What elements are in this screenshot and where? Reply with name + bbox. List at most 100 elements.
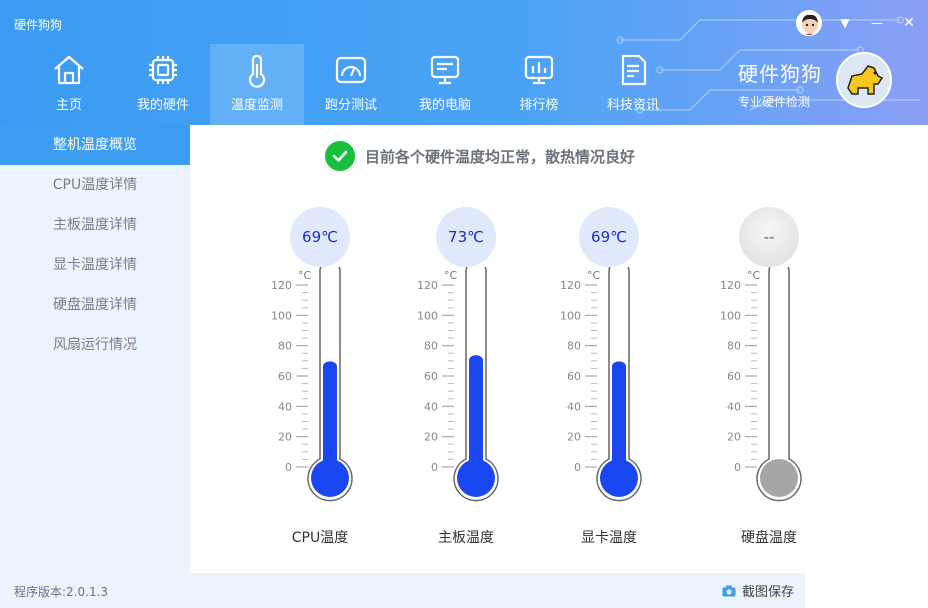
thermometer-svg: °C 120 100 80 60 40 20 0 xyxy=(560,267,642,502)
check-icon xyxy=(325,141,355,171)
tick-label: 20 xyxy=(567,431,581,444)
mercury-bulb xyxy=(311,459,349,497)
mercury-bulb xyxy=(600,459,638,497)
temperature-reading: -- xyxy=(739,207,799,267)
sidebar-item-cpu[interactable]: CPU温度详情 xyxy=(0,165,190,205)
minimize-button[interactable]: — xyxy=(868,14,886,32)
nav-item-my-hardware[interactable]: 我的硬件 xyxy=(116,44,210,125)
mercury-bulb xyxy=(457,459,495,497)
nav-item-my-computer[interactable]: 我的电脑 xyxy=(398,44,492,125)
tick-label: 40 xyxy=(278,400,292,413)
nav-label: 我的电脑 xyxy=(418,98,471,113)
chevron-down-icon: ▼ xyxy=(840,16,850,30)
sidebar-item-fan[interactable]: 风扇运行情况 xyxy=(0,325,190,365)
sidebar-item-motherboard[interactable]: 主板温度详情 xyxy=(0,205,190,245)
tick-label: 80 xyxy=(567,340,581,353)
tick-label: 80 xyxy=(424,340,438,353)
sidebar-item-gpu[interactable]: 显卡温度详情 xyxy=(0,245,190,285)
tick-label: 40 xyxy=(424,400,438,413)
tick-label: 120 xyxy=(560,279,581,292)
tick-label: 100 xyxy=(417,309,438,322)
nav-item-home[interactable]: 主页 xyxy=(22,44,116,125)
thermometer-gauge: 69℃ °C 120 100 80 60 40 20 0 CPU温度 xyxy=(260,207,380,547)
unit-label: °C xyxy=(298,269,312,282)
tick-label: 0 xyxy=(734,461,741,474)
close-icon: ✕ xyxy=(903,15,915,31)
avatar-icon xyxy=(802,14,818,35)
minimize-icon: — xyxy=(871,16,883,30)
screenshot-save-button[interactable]: 截图保存 xyxy=(722,581,794,600)
app-title: 硬件狗狗 xyxy=(14,18,63,32)
monitor-icon xyxy=(430,55,460,85)
tick-label: 100 xyxy=(271,309,292,322)
nav-label: 科技资讯 xyxy=(606,98,659,113)
menu-dropdown-button[interactable]: ▼ xyxy=(836,14,854,32)
tick-label: 100 xyxy=(720,309,741,322)
sidebar-item-disk[interactable]: 硬盘温度详情 xyxy=(0,285,190,325)
unit-label: °C xyxy=(747,269,761,282)
nav-item-ranking[interactable]: 排行榜 xyxy=(492,44,586,125)
nav-label: 温度监测 xyxy=(230,98,283,113)
chip-icon xyxy=(149,56,177,84)
brand-name: 硬件狗狗 xyxy=(738,62,822,86)
thermometer-gauge: -- °C 120 100 80 60 40 20 0 硬盘温度 xyxy=(709,207,829,547)
status-text: 目前各个硬件温度均正常，散热情况良好 xyxy=(365,147,636,166)
mercury-bulb xyxy=(760,459,798,497)
tick-label: 20 xyxy=(424,431,438,444)
nav-item-tech-news[interactable]: 科技资讯 xyxy=(586,44,680,125)
thermometer-icon xyxy=(248,54,266,88)
unit-label: °C xyxy=(444,269,458,282)
news-icon xyxy=(621,54,647,86)
close-button[interactable]: ✕ xyxy=(900,14,918,32)
app-header: 硬件狗狗 ▼ — ✕ 主页 我的硬件 温度监测 跑分测试 我的电脑 排行榜 科技… xyxy=(0,0,928,125)
nav-item-temperature[interactable]: 温度监测 xyxy=(210,44,304,125)
dog-logo-icon xyxy=(836,52,892,108)
gauge-label: 硬盘温度 xyxy=(741,530,797,546)
mercury-column xyxy=(612,361,626,467)
tick-label: 0 xyxy=(431,461,438,474)
nav-label: 排行榜 xyxy=(519,98,559,113)
tick-label: 100 xyxy=(560,309,581,322)
brand-subtitle: 专业硬件检测 xyxy=(738,95,811,109)
tick-label: 80 xyxy=(727,340,741,353)
tick-label: 40 xyxy=(567,400,581,413)
temperature-reading: 69℃ xyxy=(290,207,350,267)
sidebar-item-overview[interactable]: 整机温度概览 xyxy=(0,125,190,165)
nav-label: 主页 xyxy=(55,98,82,113)
gauge-label: CPU温度 xyxy=(291,530,349,546)
thermometer-gauge: 73℃ °C 120 100 80 60 40 20 0 主板温度 xyxy=(406,207,526,547)
nav-label: 我的硬件 xyxy=(136,98,189,113)
window-controls: ▼ — ✕ xyxy=(796,10,918,36)
temperature-reading: 69℃ xyxy=(579,207,639,267)
nav-label: 跑分测试 xyxy=(324,98,377,113)
nav-item-benchmark[interactable]: 跑分测试 xyxy=(304,44,398,125)
tick-label: 60 xyxy=(727,370,741,383)
gauge-label: 主板温度 xyxy=(438,530,494,546)
save-label: 截图保存 xyxy=(742,585,795,600)
thermometer-svg: °C 120 100 80 60 40 20 0 xyxy=(417,267,499,502)
footer-right-strip xyxy=(805,573,928,608)
camera-icon xyxy=(722,585,736,596)
version-text: 程序版本:2.0.1.3 xyxy=(14,585,109,599)
mercury-column xyxy=(323,361,337,467)
gauge-label: 显卡温度 xyxy=(581,530,637,546)
user-avatar[interactable] xyxy=(796,10,822,36)
footer: 程序版本:2.0.1.3 截图保存 xyxy=(0,573,928,608)
tick-label: 60 xyxy=(278,370,292,383)
thermometer-svg: °C 120 100 80 60 40 20 0 xyxy=(271,267,353,502)
unit-label: °C xyxy=(587,269,601,282)
tick-label: 60 xyxy=(424,370,438,383)
tick-label: 0 xyxy=(574,461,581,474)
home-icon xyxy=(54,55,84,85)
speedometer-icon xyxy=(335,56,367,84)
mercury-column xyxy=(469,355,483,467)
main-panel: 目前各个硬件温度均正常，散热情况良好 69℃ °C 120 100 80 60 40 20 0 C… xyxy=(190,125,923,573)
tick-label: 40 xyxy=(727,400,741,413)
tick-label: 120 xyxy=(720,279,741,292)
ranking-icon xyxy=(524,55,554,85)
tick-label: 80 xyxy=(278,340,292,353)
temperature-reading: 73℃ xyxy=(436,207,496,267)
tick-label: 120 xyxy=(271,279,292,292)
tick-label: 120 xyxy=(417,279,438,292)
status-banner: 目前各个硬件温度均正常，散热情况良好 xyxy=(325,141,635,171)
